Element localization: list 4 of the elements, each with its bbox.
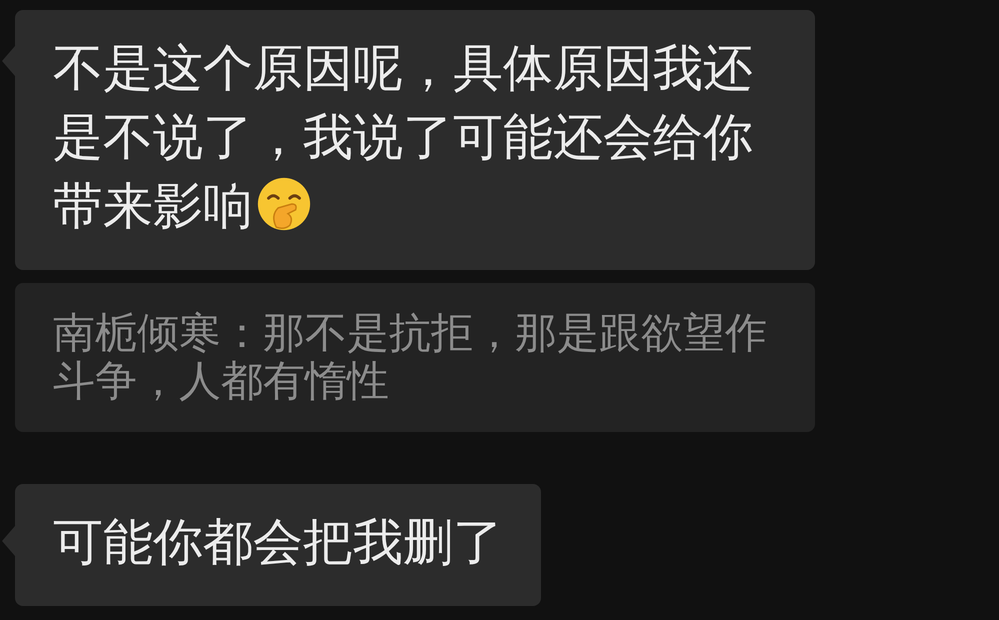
message-text: 可能你都会把我删了	[53, 512, 503, 573]
quote-text: 南栀倾寒：那不是抗拒，那是跟欲望作斗争，人都有惰性	[53, 309, 768, 405]
message-text: 不是这个原因呢，具体原因我还是不说了，我说了可能还会给你带来影响	[53, 38, 754, 237]
hand-over-mouth-emoji-icon	[255, 175, 313, 233]
